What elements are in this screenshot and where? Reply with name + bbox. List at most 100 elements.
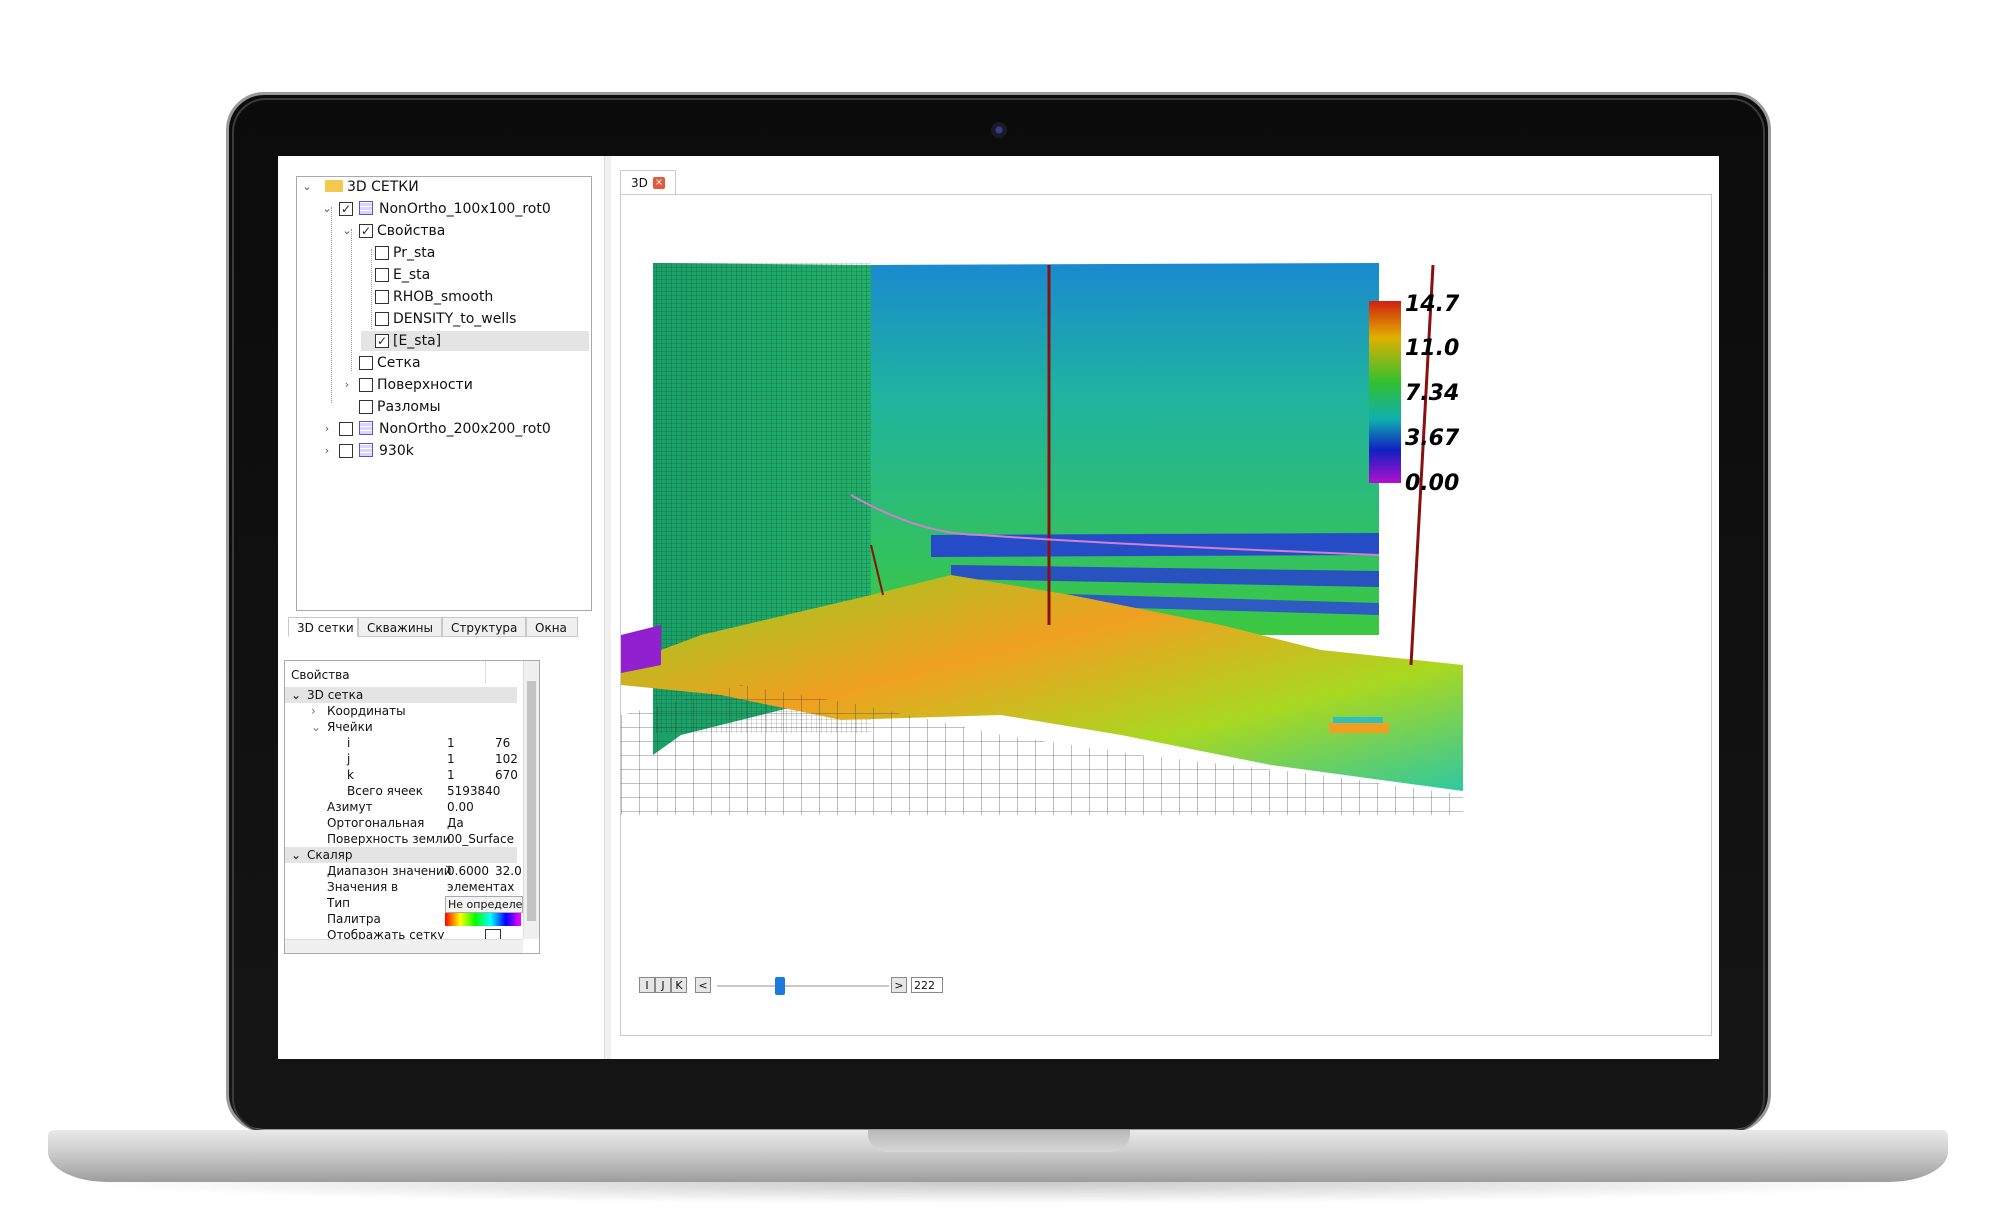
prop-checkbox[interactable]	[375, 290, 389, 304]
tree-item-label: Сетка	[377, 355, 421, 371]
row-label: j	[347, 752, 351, 766]
tree-item-label: 930k	[379, 443, 414, 459]
row-coordinates[interactable]: › Координаты	[285, 703, 517, 719]
grid-node-checkbox[interactable]	[359, 356, 373, 370]
chevron-down-icon[interactable]: ⌄	[321, 199, 333, 219]
tree-item-label: NonOrtho_200x200_rot0	[379, 421, 551, 437]
tree-item-label: [E_sta]	[393, 333, 442, 349]
row-i: i 1 76	[285, 735, 517, 751]
row-label: Координаты	[327, 704, 406, 718]
tree-item-label: NonOrtho_100x100_rot0	[379, 201, 551, 217]
chevron-down-icon[interactable]: ⌄	[301, 177, 313, 197]
row-value: 00_Surface	[447, 832, 514, 846]
tree-item-label: E_sta	[393, 267, 431, 283]
palette-swatch[interactable]	[445, 913, 521, 926]
row-label: k	[347, 768, 354, 782]
tab-3d[interactable]: 3D ×	[620, 170, 676, 195]
chevron-down-icon[interactable]: ⌄	[311, 719, 321, 735]
row-cells[interactable]: ⌄ Ячейки	[285, 719, 517, 735]
cyan-marker	[1333, 717, 1383, 723]
panel-splitter[interactable]	[604, 156, 611, 1059]
group-label: Скаляр	[307, 848, 353, 862]
tab-windows[interactable]: Окна	[526, 617, 578, 637]
faults-checkbox[interactable]	[359, 400, 373, 414]
prop-checkbox[interactable]	[375, 268, 389, 282]
prev-slice-button[interactable]: <	[695, 977, 711, 993]
chevron-right-icon[interactable]: ›	[341, 375, 353, 395]
close-icon[interactable]: ×	[653, 177, 665, 189]
chevron-right-icon[interactable]: ›	[321, 441, 333, 461]
row-label: Ортогональная	[327, 816, 425, 830]
row-value: 1	[447, 768, 455, 782]
row-value-range: Диапазон значений 0.6000 32.01	[285, 863, 529, 879]
row-label: Поверхность земли	[327, 832, 451, 846]
slice-spinbox[interactable]: 222	[911, 977, 943, 993]
tree-item-label: RHOB_smooth	[393, 289, 494, 305]
grid2-checkbox[interactable]	[339, 422, 353, 436]
row-orthogonal: Ортогональная Да	[285, 815, 517, 831]
prop-checkbox[interactable]	[375, 312, 389, 326]
chevron-down-icon[interactable]: ⌄	[291, 687, 301, 703]
slice-slider-track[interactable]	[717, 985, 889, 987]
scrollbar-thumb[interactable]	[527, 681, 536, 921]
tree-item-prop-selected[interactable]: [E_sta]	[361, 331, 589, 351]
row-label: Ячейки	[327, 720, 373, 734]
colorbar-tick: 7.34	[1405, 381, 1459, 406]
surfaces-checkbox[interactable]	[359, 378, 373, 392]
purple-block	[621, 625, 661, 673]
row-label: Диапазон значений	[327, 864, 452, 878]
properties-checkbox[interactable]	[359, 221, 373, 241]
row-label: Палитра	[327, 912, 381, 926]
group-scalar[interactable]: ⌄ Скаляр	[285, 847, 517, 863]
axis-i-button[interactable]: I	[639, 977, 655, 993]
tree-item-label: Поверхности	[377, 377, 473, 393]
row-label: i	[347, 736, 351, 750]
row-total-cells: Всего ячеек 5193840	[285, 783, 517, 799]
prop-checkbox[interactable]	[375, 331, 389, 351]
group-3d-grid[interactable]: ⌄ 3D сетка	[285, 687, 517, 703]
properties-panel: Свойства ⌄ 3D сетка › Координаты ⌄ Ячейк…	[284, 660, 540, 954]
row-surface: Поверхность земли 00_Surface	[285, 831, 517, 847]
chevron-down-icon[interactable]: ⌄	[341, 221, 353, 241]
horizontal-scrollbar[interactable]	[285, 939, 523, 953]
row-value: 102	[495, 752, 518, 766]
chevron-down-icon[interactable]: ⌄	[291, 847, 301, 863]
viewer-document: 3D × 14.7 11.0 7.34 3.67 0.00 I J K < > …	[620, 170, 1712, 1050]
row-value: 76	[495, 736, 511, 750]
tab-structure[interactable]: Структура	[442, 617, 526, 637]
axis-j-button[interactable]: J	[655, 977, 671, 993]
row-value: 0.6000	[447, 864, 489, 878]
axis-k-button[interactable]: K	[671, 977, 687, 993]
row-value: 1	[447, 752, 455, 766]
slice-slider-handle[interactable]	[775, 977, 785, 995]
colorbar-tick: 14.7	[1405, 292, 1460, 317]
grid-icon	[359, 421, 373, 435]
webcam	[991, 122, 1007, 138]
row-value: Да	[447, 816, 464, 830]
tab-3d-grids[interactable]: 3D сетки	[288, 617, 358, 637]
viewer-area[interactable]: 14.7 11.0 7.34 3.67 0.00 I J K < > 222	[620, 194, 1712, 1036]
tab-wells[interactable]: Скважины	[358, 617, 442, 637]
row-values-in: Значения в элементах	[285, 879, 517, 895]
grid-tree-panel: ⌄ 3D СЕТКИ ⌄ NonOrtho_100x100_rot0 ⌄ Сво…	[296, 176, 592, 611]
tree-item-label: Pr_sta	[393, 245, 436, 261]
row-label: Тип	[327, 896, 350, 910]
tab-label: 3D	[631, 176, 648, 190]
row-k: k 1 670	[285, 767, 518, 783]
tree-root-label: 3D СЕТКИ	[347, 179, 419, 195]
colorbar	[1369, 301, 1401, 483]
row-label: Азимут	[327, 800, 373, 814]
3d-scene[interactable]: 14.7 11.0 7.34 3.67 0.00	[621, 195, 1711, 1035]
chevron-right-icon[interactable]: ›	[321, 419, 333, 439]
row-value: 0.00	[447, 800, 474, 814]
vertical-scrollbar[interactable]	[523, 661, 539, 939]
colorbar-tick: 0.00	[1405, 471, 1459, 496]
next-slice-button[interactable]: >	[891, 977, 907, 993]
row-value: 670	[495, 768, 518, 782]
well-line	[1409, 264, 1435, 666]
chevron-right-icon[interactable]: ›	[311, 703, 316, 719]
orange-marker	[1329, 723, 1389, 733]
prop-checkbox[interactable]	[375, 246, 389, 260]
grid3-checkbox[interactable]	[339, 444, 353, 458]
grid1-checkbox[interactable]	[339, 199, 353, 219]
